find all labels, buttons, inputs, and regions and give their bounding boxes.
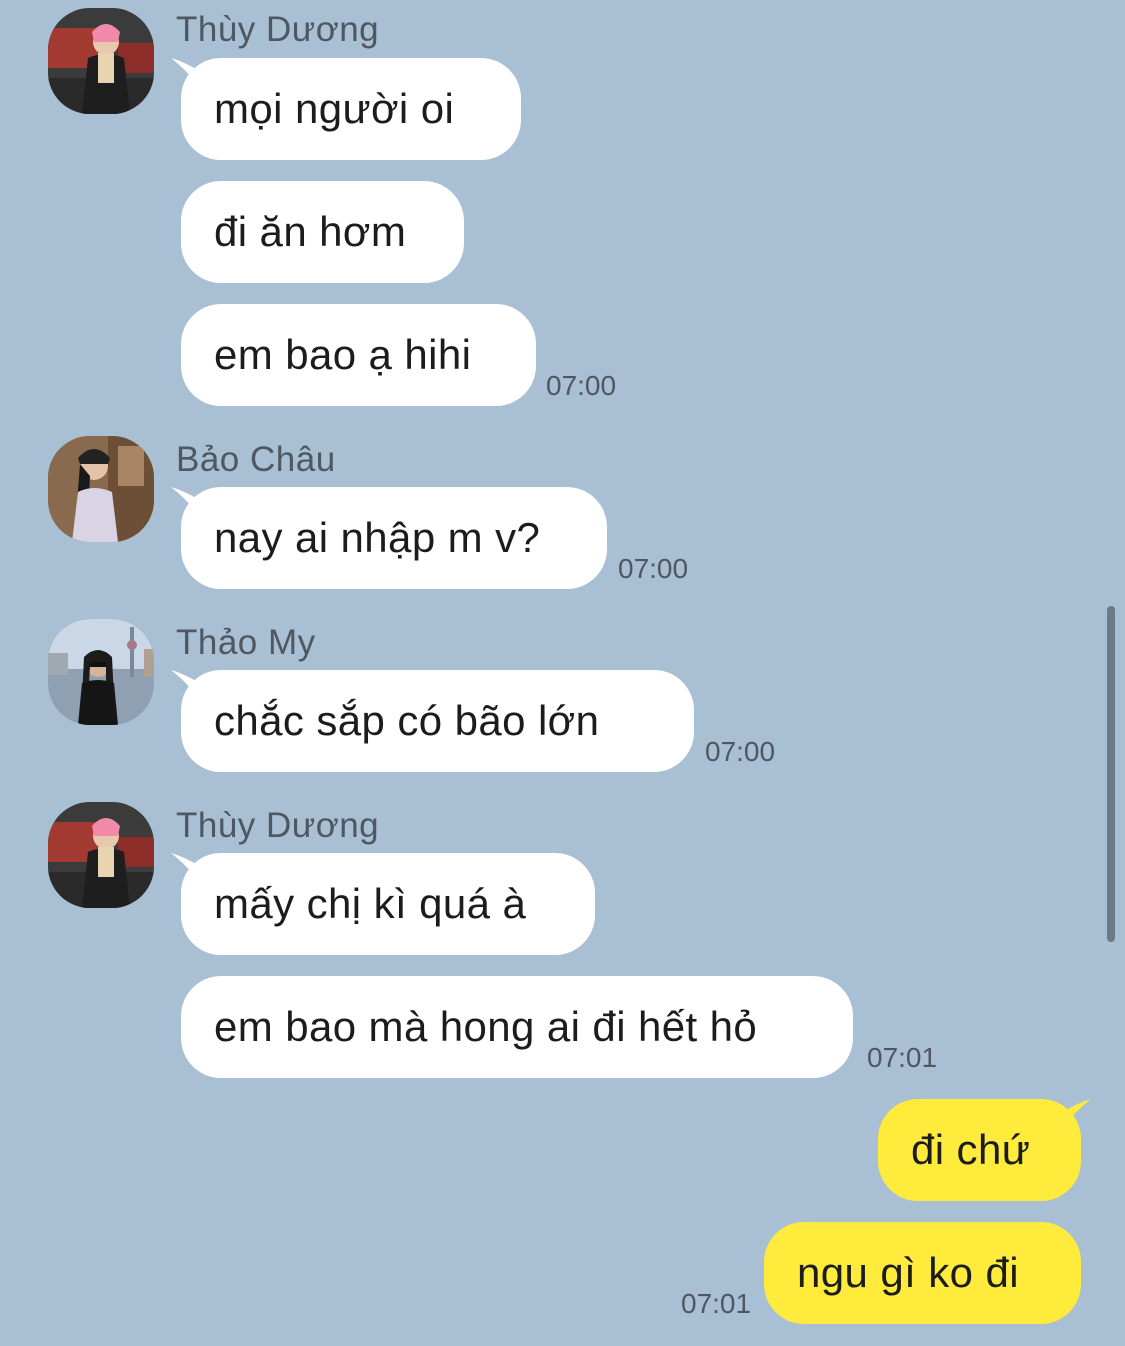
message-bubble[interactable]: mọi người oi [171, 58, 521, 160]
message-text: mấy chị kì quá à [214, 880, 527, 927]
my-message-bubble[interactable]: đi chứ [878, 1099, 1091, 1201]
sender-name: Bảo Châu [176, 440, 336, 479]
message-text: ngu gì ko đi [797, 1249, 1019, 1296]
message-text: đi chứ [911, 1126, 1031, 1173]
user-avatar-icon [48, 619, 154, 725]
message-timestamp: 07:00 [618, 553, 689, 584]
message-text: nay ai nhập m v? [214, 514, 541, 561]
sender-name: Thảo My [176, 623, 316, 662]
message-timestamp: 07:00 [546, 370, 617, 401]
bubble-tail [1061, 1099, 1091, 1131]
user-avatar-icon [48, 802, 154, 908]
message-bubble[interactable]: mấy chị kì quá à [171, 853, 595, 955]
message-text: mọi người oi [214, 85, 455, 132]
sender-name: Thùy Dương [176, 806, 380, 845]
message-timestamp: 07:01 [681, 1288, 752, 1319]
sender-name: Thùy Dương [176, 10, 380, 49]
message-text: em bao ạ hihi [214, 331, 472, 378]
message-text: em bao mà hong ai đi hết hỏ [214, 1003, 758, 1050]
my-message-bubble[interactable]: ngu gì ko đi [764, 1222, 1081, 1324]
message-timestamp: 07:01 [867, 1042, 938, 1073]
avatar[interactable] [48, 436, 154, 542]
message-bubble[interactable]: em bao mà hong ai đi hết hỏ [181, 976, 853, 1078]
bubble-tail [171, 58, 201, 90]
message-bubble[interactable]: đi ăn hơm [181, 181, 464, 283]
message-text: đi ăn hơm [214, 208, 407, 255]
message-bubble[interactable]: nay ai nhập m v? [171, 487, 607, 589]
chat-message-list[interactable]: Thùy Dương mọi người oi đi ăn hơm em bao… [0, 0, 1125, 1346]
avatar[interactable] [48, 8, 154, 114]
message-timestamp: 07:00 [705, 736, 776, 767]
message-bubble[interactable]: em bao ạ hihi [181, 304, 536, 406]
avatar[interactable] [48, 802, 154, 908]
message-bubble[interactable]: chắc sắp có bão lớn [171, 670, 694, 772]
bubble-tail [171, 853, 201, 885]
avatar[interactable] [48, 619, 154, 725]
user-avatar-icon [48, 436, 154, 542]
bubble-tail [171, 487, 201, 519]
scrollbar[interactable] [1107, 606, 1115, 942]
message-text: chắc sắp có bão lớn [214, 697, 600, 744]
bubble-tail [171, 670, 201, 702]
user-avatar-icon [48, 8, 154, 114]
